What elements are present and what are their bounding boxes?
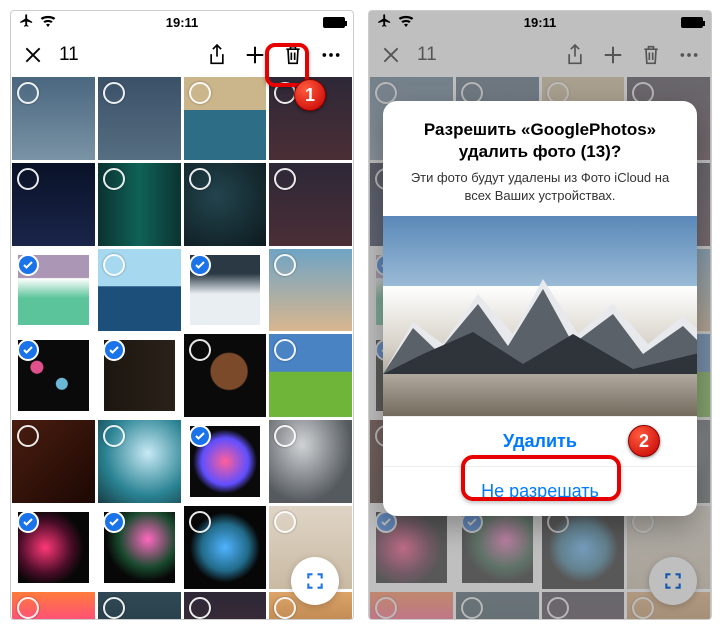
- permission-dialog: Разрешить «GooglePhotos» удалить фото (1…: [383, 101, 697, 516]
- selection-circle-icon: [274, 511, 296, 533]
- selection-toolbar: 11: [11, 33, 353, 77]
- dialog-confirm-button[interactable]: Удалить: [383, 416, 697, 466]
- photo-thumbnail[interactable]: [12, 420, 95, 503]
- photo-thumbnail[interactable]: [98, 420, 181, 503]
- photo-thumbnail[interactable]: [269, 334, 352, 417]
- selected-checkmark-icon: [189, 425, 211, 447]
- photo-thumbnail[interactable]: [184, 506, 267, 589]
- selection-circle-icon: [103, 254, 125, 276]
- selected-checkmark-icon: [103, 511, 125, 533]
- selected-checkmark-icon: [17, 511, 39, 533]
- status-time: 19:11: [166, 15, 199, 30]
- photo-thumbnail[interactable]: [184, 249, 267, 332]
- photo-thumbnail[interactable]: [98, 592, 181, 620]
- share-icon[interactable]: [205, 43, 229, 67]
- photo-thumbnail[interactable]: [12, 506, 95, 589]
- photo-grid[interactable]: [11, 77, 353, 619]
- photo-thumbnail[interactable]: [98, 249, 181, 332]
- selection-circle-icon: [103, 597, 125, 619]
- selected-checkmark-icon: [103, 339, 125, 361]
- photo-thumbnail[interactable]: [12, 163, 95, 246]
- selection-circle-icon: [189, 339, 211, 361]
- trash-icon[interactable]: [281, 43, 305, 67]
- selection-circle-icon: [274, 339, 296, 361]
- selection-circle-icon: [274, 82, 296, 104]
- battery-icon: [323, 17, 345, 28]
- photo-thumbnail[interactable]: [184, 420, 267, 503]
- selection-circle-icon: [17, 82, 39, 104]
- photo-thumbnail[interactable]: [12, 592, 95, 620]
- photo-thumbnail[interactable]: [269, 163, 352, 246]
- selection-count: 11: [59, 44, 79, 66]
- dialog-deny-button[interactable]: Не разрешать: [383, 466, 697, 516]
- dialog-title: Разрешить «GooglePhotos» удалить фото (1…: [383, 101, 697, 169]
- photo-thumbnail[interactable]: [12, 249, 95, 332]
- photo-thumbnail[interactable]: [98, 77, 181, 160]
- selection-circle-icon: [103, 168, 125, 190]
- photo-thumbnail[interactable]: [269, 420, 352, 503]
- selection-circle-icon: [17, 425, 39, 447]
- screenshot-right: 19:11 11 Разрешить «GooglePhotos» удалит…: [368, 10, 712, 620]
- photo-thumbnail[interactable]: [184, 334, 267, 417]
- selection-circle-icon: [17, 168, 39, 190]
- photo-thumbnail[interactable]: [12, 334, 95, 417]
- selection-circle-icon: [274, 597, 296, 619]
- selected-checkmark-icon: [189, 254, 211, 276]
- selection-circle-icon: [189, 82, 211, 104]
- selection-circle-icon: [17, 597, 39, 619]
- close-icon[interactable]: [21, 43, 45, 67]
- status-bar: 19:11: [11, 11, 353, 33]
- photo-thumbnail[interactable]: [269, 249, 352, 332]
- airplane-mode-icon: [19, 13, 34, 31]
- selected-checkmark-icon: [17, 254, 39, 276]
- selection-circle-icon: [103, 82, 125, 104]
- selection-circle-icon: [274, 425, 296, 447]
- screenshot-left: 19:11 11 1: [10, 10, 354, 620]
- selection-circle-icon: [189, 168, 211, 190]
- photo-thumbnail[interactable]: [269, 77, 352, 160]
- selection-circle-icon: [274, 254, 296, 276]
- wifi-icon: [40, 15, 56, 30]
- photo-thumbnail[interactable]: [98, 163, 181, 246]
- photo-thumbnail[interactable]: [98, 334, 181, 417]
- photo-thumbnail[interactable]: [98, 506, 181, 589]
- selection-circle-icon: [274, 168, 296, 190]
- photo-thumbnail[interactable]: [184, 77, 267, 160]
- selected-checkmark-icon: [17, 339, 39, 361]
- fullscreen-fab[interactable]: [291, 557, 339, 605]
- selection-circle-icon: [189, 511, 211, 533]
- dialog-subtitle: Эти фото будут удалены из Фото iCloud на…: [383, 169, 697, 216]
- selection-circle-icon: [189, 597, 211, 619]
- photo-thumbnail[interactable]: [12, 77, 95, 160]
- add-icon[interactable]: [243, 43, 267, 67]
- selection-circle-icon: [103, 425, 125, 447]
- photo-thumbnail[interactable]: [184, 163, 267, 246]
- more-icon[interactable]: [319, 43, 343, 67]
- dialog-preview-image: [383, 216, 697, 416]
- photo-thumbnail[interactable]: [184, 592, 267, 620]
